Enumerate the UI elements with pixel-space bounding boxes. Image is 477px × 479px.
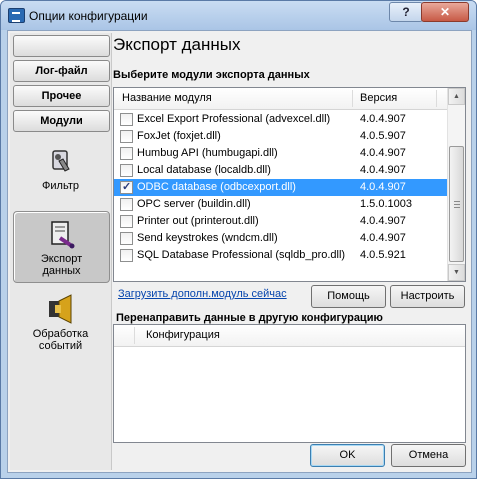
module-version: 4.0.4.907 — [360, 181, 406, 193]
module-checkbox[interactable] — [120, 249, 133, 262]
ok-button[interactable]: OK — [310, 444, 385, 467]
module-version: 4.0.4.907 — [360, 164, 406, 176]
options-window: Опции конфигурации ? ✕ Лог-файл Прочее М… — [0, 0, 477, 479]
module-row[interactable]: ✓ ODBC database (odbcexport.dll) 4.0.4.9… — [114, 179, 447, 196]
module-checkbox[interactable] — [120, 113, 133, 126]
column-header-version[interactable]: Версия — [360, 88, 397, 109]
module-version: 4.0.4.907 — [360, 147, 406, 159]
module-name: SQL Database Professional (sqldb_pro.dll… — [137, 249, 346, 261]
module-version: 1.5.0.1003 — [360, 198, 412, 210]
download-module-link[interactable]: Загрузить дополн.модуль сейчас — [118, 288, 287, 300]
module-checkbox[interactable]: ✓ — [120, 181, 133, 194]
checkmark-icon: ✓ — [122, 181, 132, 193]
module-row[interactable]: FoxJet (foxjet.dll) 4.0.5.907 — [114, 128, 447, 145]
window-title: Опции конфигурации — [29, 9, 148, 23]
module-checkbox[interactable] — [120, 130, 133, 143]
nav-label-export-data: Экспорт данных — [40, 253, 83, 277]
close-button[interactable]: ✕ — [421, 2, 469, 22]
nav-label-event-handling: Обработка событий — [32, 328, 89, 352]
module-row[interactable]: Humbug API (humbugapi.dll) 4.0.4.907 — [114, 145, 447, 162]
module-checkbox[interactable] — [120, 198, 133, 211]
cancel-button[interactable]: Отмена — [391, 444, 466, 467]
column-divider — [134, 327, 135, 344]
export-icon — [14, 218, 109, 253]
nav-item-export-data[interactable]: Экспорт данных — [13, 211, 110, 283]
events-icon — [13, 293, 108, 328]
help-title-button[interactable]: ? — [389, 2, 423, 22]
client-area: Лог-файл Прочее Модули Фильтр Экспорт да… — [7, 30, 472, 473]
module-name: OPC server (buildin.dll) — [137, 198, 251, 210]
nav-item-filter[interactable]: Фильтр — [13, 145, 108, 201]
module-checkbox[interactable] — [120, 215, 133, 228]
column-header-configuration[interactable]: Конфигурация — [146, 325, 220, 346]
modules-scrollbar[interactable]: ▲ ▼ — [447, 88, 465, 281]
module-row[interactable]: Local database (localdb.dll) 4.0.4.907 — [114, 162, 447, 179]
scroll-thumb[interactable] — [449, 146, 464, 262]
column-divider — [436, 90, 437, 107]
module-row[interactable]: Excel Export Professional (advexcel.dll)… — [114, 111, 447, 128]
module-row[interactable]: SQL Database Professional (sqldb_pro.dll… — [114, 247, 447, 264]
module-checkbox[interactable] — [120, 147, 133, 160]
sidebar-button-other[interactable]: Прочее — [13, 85, 110, 107]
sidebar-button-modules[interactable]: Модули — [13, 110, 110, 132]
modules-group-label: Выберите модули экспорта данных — [113, 69, 310, 81]
module-row[interactable]: OPC server (buildin.dll) 1.5.0.1003 — [114, 196, 447, 213]
module-name: FoxJet (foxjet.dll) — [137, 130, 221, 142]
module-checkbox[interactable] — [120, 232, 133, 245]
module-version: 4.0.4.907 — [360, 215, 406, 227]
configure-button[interactable]: Настроить — [390, 285, 465, 308]
filter-icon — [13, 145, 108, 180]
module-checkbox[interactable] — [120, 164, 133, 177]
module-name: ODBC database (odbcexport.dll) — [137, 181, 296, 193]
grip-line — [454, 207, 460, 208]
modules-list: Название модуля Версия Excel Export Prof… — [113, 87, 466, 282]
help-button[interactable]: Помощь — [311, 285, 386, 308]
module-row[interactable]: Printer out (printerout.dll) 4.0.4.907 — [114, 213, 447, 230]
column-divider — [352, 90, 353, 107]
column-header-name[interactable]: Название модуля — [122, 88, 212, 109]
sidebar-button-log-file[interactable]: Лог-файл — [13, 60, 110, 82]
sidebar: Лог-файл Прочее Модули Фильтр Экспорт да… — [10, 33, 112, 470]
redirect-group-label: Перенаправить данные в другую конфигурац… — [116, 312, 383, 324]
module-version: 4.0.5.921 — [360, 249, 406, 261]
module-row[interactable]: Send keystrokes (wndcm.dll) 4.0.4.907 — [114, 230, 447, 247]
nav-item-event-handling[interactable]: Обработка событий — [13, 293, 108, 359]
sidebar-button-blank[interactable] — [13, 35, 110, 57]
module-name: Excel Export Professional (advexcel.dll) — [137, 113, 331, 125]
app-icon — [8, 8, 25, 23]
module-version: 4.0.5.907 — [360, 130, 406, 142]
configurations-list: Конфигурация — [113, 324, 466, 443]
page-title: Экспорт данных — [113, 35, 241, 54]
title-bar: Опции конфигурации ? ✕ — [1, 1, 476, 30]
module-name: Local database (localdb.dll) — [137, 164, 271, 176]
module-name: Printer out (printerout.dll) — [137, 215, 259, 227]
modules-list-header: Название модуля Версия — [114, 88, 447, 110]
module-version: 4.0.4.907 — [360, 232, 406, 244]
nav-label-filter: Фильтр — [42, 180, 79, 192]
configurations-list-header: Конфигурация — [114, 325, 465, 347]
module-version: 4.0.4.907 — [360, 113, 406, 125]
module-name: Send keystrokes (wndcm.dll) — [137, 232, 278, 244]
scroll-down-icon[interactable]: ▼ — [448, 264, 465, 281]
scroll-up-icon[interactable]: ▲ — [448, 88, 465, 105]
grip-line — [454, 201, 460, 202]
grip-line — [454, 204, 460, 205]
module-name: Humbug API (humbugapi.dll) — [137, 147, 278, 159]
